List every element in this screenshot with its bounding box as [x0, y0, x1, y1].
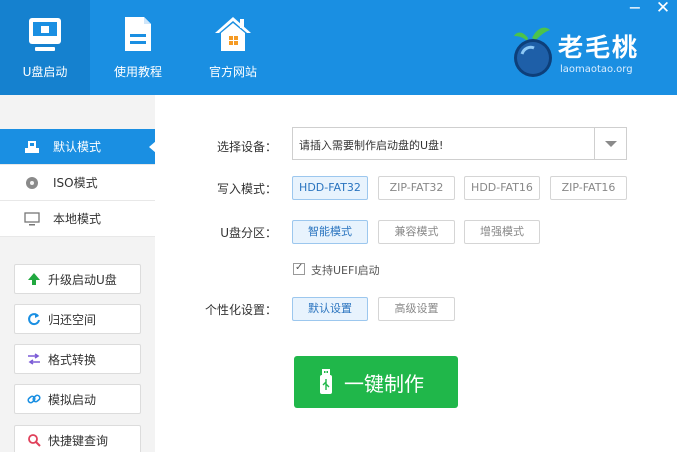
nav-label: 官方网站 — [208, 65, 257, 79]
personalize-advanced[interactable]: 高级设置 — [378, 297, 455, 321]
nav-tutorial[interactable]: 使用教程 — [96, 0, 180, 95]
personalize-default[interactable]: 默认设置 — [292, 297, 368, 321]
app-logo: 老毛桃 laomaotao.org — [512, 20, 670, 82]
tool-label: 归还空间 — [48, 313, 97, 327]
document-icon — [125, 17, 151, 51]
minimize-button[interactable]: − — [624, 0, 646, 18]
mode-iso[interactable]: ISO模式 — [0, 165, 155, 201]
sidebar: 默认模式 ISO模式 本地模式 升级启动U盘 归还空间 格式转换 模拟启动 快捷… — [0, 95, 156, 452]
mode-label: ISO模式 — [53, 176, 98, 190]
simulate-boot-button[interactable]: 模拟启动 — [14, 384, 141, 414]
write-mode-hdd-fat16[interactable]: HDD-FAT16 — [464, 176, 540, 200]
personalize-label: 个性化设置： — [204, 303, 277, 317]
close-button[interactable]: ✕ — [652, 0, 674, 18]
link-icon — [27, 394, 41, 404]
nav-label: U盘启动 — [22, 65, 68, 79]
monitor-icon — [29, 18, 61, 51]
usb-drive-icon — [25, 141, 39, 153]
mode-local[interactable]: 本地模式 — [0, 201, 155, 237]
arrow-up-icon — [28, 273, 40, 285]
mode-default[interactable]: 默认模式 — [0, 129, 156, 165]
write-mode-zip-fat32[interactable]: ZIP-FAT32 — [378, 176, 455, 200]
home-icon — [215, 17, 251, 51]
mode-label: 默认模式 — [53, 140, 102, 154]
tool-label: 升级启动U盘 — [48, 273, 117, 287]
format-convert-button[interactable]: 格式转换 — [14, 344, 141, 374]
device-select-value: 请插入需要制作启动盘的U盘! — [299, 139, 444, 152]
write-mode-label: 写入模式： — [216, 182, 277, 196]
partition-smart[interactable]: 智能模式 — [292, 220, 368, 244]
monitor-icon — [24, 212, 40, 226]
hotkey-query-button[interactable]: 快捷键查询 — [14, 425, 141, 452]
partition-label: U盘分区： — [220, 226, 277, 240]
write-mode-hdd-fat32[interactable]: HDD-FAT32 — [292, 176, 368, 200]
tool-label: 格式转换 — [48, 353, 97, 367]
make-button-label: 一键制作 — [344, 372, 424, 396]
one-click-make-button[interactable]: 一键制作 — [294, 356, 458, 408]
tool-label: 模拟启动 — [48, 393, 97, 407]
write-mode-zip-fat16[interactable]: ZIP-FAT16 — [550, 176, 627, 200]
device-label: 选择设备： — [216, 140, 277, 154]
partition-compatible[interactable]: 兼容模式 — [378, 220, 455, 244]
nav-usb-boot[interactable]: U盘启动 — [0, 0, 90, 95]
mode-label: 本地模式 — [53, 212, 102, 226]
upgrade-usb-button[interactable]: 升级启动U盘 — [14, 264, 141, 294]
search-icon — [28, 434, 41, 447]
chevron-down-icon[interactable] — [594, 128, 626, 159]
refresh-icon — [28, 313, 40, 326]
checkbox-checked-icon[interactable] — [293, 262, 305, 275]
logo-subtitle: laomaotao.org — [560, 64, 633, 75]
swap-arrows-icon — [28, 353, 40, 365]
restore-space-button[interactable]: 归还空间 — [14, 304, 141, 334]
tool-label: 快捷键查询 — [48, 434, 109, 448]
nav-label: 使用教程 — [113, 65, 162, 79]
header-bar: U盘启动 使用教程 官方网站 − ✕ 老毛桃 laomaotao.org — [0, 0, 677, 95]
uefi-label: 支持UEFI启动 — [311, 264, 380, 277]
logo-title: 老毛桃 — [558, 33, 640, 62]
disc-icon — [26, 177, 38, 189]
nav-website[interactable]: 官方网站 — [188, 0, 278, 95]
usb-stick-icon — [320, 369, 332, 394]
device-select[interactable]: 请插入需要制作启动盘的U盘! — [292, 127, 627, 160]
partition-enhanced[interactable]: 增强模式 — [464, 220, 540, 244]
peach-logo-icon — [514, 27, 552, 77]
